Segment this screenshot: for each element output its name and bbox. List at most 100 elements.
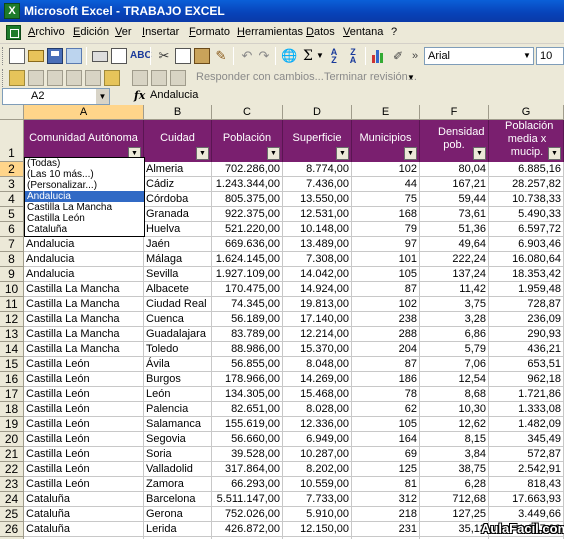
cell-c[interactable]: 1.927.109,00 xyxy=(212,267,283,282)
workbook-icon[interactable] xyxy=(6,25,21,40)
cell-e[interactable]: 102 xyxy=(352,297,420,312)
cell-d[interactable]: 8.774,00 xyxy=(283,162,352,177)
cell-g[interactable]: 345,49 xyxy=(489,432,564,447)
cell-f[interactable]: 8,15 xyxy=(420,432,489,447)
cell-e[interactable]: 81 xyxy=(352,477,420,492)
autofilter-button-icon[interactable]: ▼ xyxy=(336,147,349,160)
cell-d[interactable]: 8.028,00 xyxy=(283,402,352,417)
cell-g[interactable]: 436,21 xyxy=(489,342,564,357)
autofilter-dropdown-list[interactable]: (Todas) (Las 10 más...) (Personalizar...) A… xyxy=(24,157,145,237)
cell-e[interactable]: 101 xyxy=(352,252,420,267)
header-cell-c[interactable]: Población ▼ xyxy=(212,120,283,162)
row-header[interactable]: 9 xyxy=(0,267,24,282)
formula-content[interactable]: Andalucia xyxy=(150,89,198,101)
column-header-e[interactable]: E xyxy=(352,105,420,120)
cell-a[interactable]: Castilla La Mancha xyxy=(24,312,144,327)
cell-a[interactable]: Castilla La Mancha xyxy=(24,342,144,357)
sort-ascending-icon[interactable]: AZ xyxy=(326,48,342,65)
cell-c[interactable]: 39.528,00 xyxy=(212,447,283,462)
cell-b[interactable]: Toledo xyxy=(144,342,212,357)
row-header[interactable]: 19 xyxy=(0,417,24,432)
cell-e[interactable]: 288 xyxy=(352,327,420,342)
cut-icon[interactable]: ✂ xyxy=(156,48,172,64)
cell-g[interactable]: 290,93 xyxy=(489,327,564,342)
cell-b[interactable]: Granada xyxy=(144,207,212,222)
cell-b[interactable]: Burgos xyxy=(144,372,212,387)
toolbar-options-icon[interactable]: ▼ xyxy=(407,70,423,86)
column-header-g[interactable]: G xyxy=(489,105,564,120)
cell-f[interactable]: 51,36 xyxy=(420,222,489,237)
cell-e[interactable]: 218 xyxy=(352,507,420,522)
new-icon[interactable] xyxy=(9,48,25,64)
cell-c[interactable]: 178.966,00 xyxy=(212,372,283,387)
menu-ventana[interactable]: Ventana xyxy=(343,26,383,38)
cell-f[interactable]: 222,24 xyxy=(420,252,489,267)
cell-e[interactable]: 44 xyxy=(352,177,420,192)
cell-b[interactable]: Zamora xyxy=(144,477,212,492)
cell-b[interactable]: Segovia xyxy=(144,432,212,447)
cell-b[interactable]: Lerida xyxy=(144,522,212,537)
cell-e[interactable]: 69 xyxy=(352,447,420,462)
row-header[interactable]: 25 xyxy=(0,507,24,522)
permission-icon[interactable] xyxy=(66,48,82,64)
header-cell-b[interactable]: Cuidad ▼ xyxy=(144,120,212,162)
cell-e[interactable]: 125 xyxy=(352,462,420,477)
cell-d[interactable]: 6.949,00 xyxy=(283,432,352,447)
review-icon[interactable] xyxy=(66,70,82,86)
cell-a[interactable]: Castilla León xyxy=(24,447,144,462)
cell-g[interactable]: 1.333,08 xyxy=(489,402,564,417)
menu-help[interactable]: ? xyxy=(391,26,397,38)
cell-c[interactable]: 521.220,00 xyxy=(212,222,283,237)
cell-f[interactable]: 59,44 xyxy=(420,192,489,207)
cell-c[interactable]: 922.375,00 xyxy=(212,207,283,222)
cell-b[interactable]: Sevilla xyxy=(144,267,212,282)
cell-g[interactable]: 1.721,86 xyxy=(489,387,564,402)
spelling-icon[interactable]: ABC xyxy=(130,48,152,64)
cell-c[interactable]: 752.026,00 xyxy=(212,507,283,522)
cell-d[interactable]: 15.370,00 xyxy=(283,342,352,357)
header-cell-e[interactable]: Municipios ▼ xyxy=(352,120,420,162)
cell-f[interactable]: 80,04 xyxy=(420,162,489,177)
cell-e[interactable]: 231 xyxy=(352,522,420,537)
cell-d[interactable]: 7.733,00 xyxy=(283,492,352,507)
cell-f[interactable]: 12,54 xyxy=(420,372,489,387)
column-header-c[interactable]: C xyxy=(212,105,283,120)
chevron-down-icon[interactable]: ▼ xyxy=(96,89,109,104)
review-icon[interactable] xyxy=(104,70,120,86)
cell-f[interactable]: 8,68 xyxy=(420,387,489,402)
cell-a[interactable]: Andalucia xyxy=(24,252,144,267)
cell-e[interactable]: 79 xyxy=(352,222,420,237)
row-header[interactable]: 2 xyxy=(0,162,24,177)
review-icon[interactable] xyxy=(170,70,186,86)
row-header[interactable]: 5 xyxy=(0,207,24,222)
cell-g[interactable]: 6.903,46 xyxy=(489,237,564,252)
review-icon[interactable] xyxy=(28,70,44,86)
cell-d[interactable]: 19.813,00 xyxy=(283,297,352,312)
menu-edicion[interactable]: Edición xyxy=(73,26,109,38)
cell-d[interactable]: 14.269,00 xyxy=(283,372,352,387)
cell-e[interactable]: 75 xyxy=(352,192,420,207)
cell-g[interactable]: 962,18 xyxy=(489,372,564,387)
fx-icon[interactable]: fx xyxy=(134,89,145,102)
cell-g[interactable]: 16.080,64 xyxy=(489,252,564,267)
filter-option[interactable]: Andalucia xyxy=(25,191,144,202)
cell-f[interactable]: 6,86 xyxy=(420,327,489,342)
cell-c[interactable]: 805.375,00 xyxy=(212,192,283,207)
cell-d[interactable]: 8.048,00 xyxy=(283,357,352,372)
cell-f[interactable]: 127,25 xyxy=(420,507,489,522)
cell-g[interactable]: 2.542,91 xyxy=(489,462,564,477)
autofilter-button-icon[interactable]: ▼ xyxy=(548,147,561,160)
cell-b[interactable]: León xyxy=(144,387,212,402)
chart-wizard-icon[interactable] xyxy=(371,48,387,64)
row-header[interactable]: 17 xyxy=(0,387,24,402)
undo-icon[interactable]: ↶ xyxy=(239,48,255,64)
cell-e[interactable]: 105 xyxy=(352,267,420,282)
autosum-dropdown-icon[interactable]: ▼ xyxy=(316,48,324,64)
cell-g[interactable]: 18.353,42 xyxy=(489,267,564,282)
cell-f[interactable]: 11,42 xyxy=(420,282,489,297)
cell-e[interactable]: 105 xyxy=(352,417,420,432)
cell-d[interactable]: 10.559,00 xyxy=(283,477,352,492)
cell-d[interactable]: 12.214,00 xyxy=(283,327,352,342)
cell-g[interactable]: 653,51 xyxy=(489,357,564,372)
row-header[interactable]: 8 xyxy=(0,252,24,267)
